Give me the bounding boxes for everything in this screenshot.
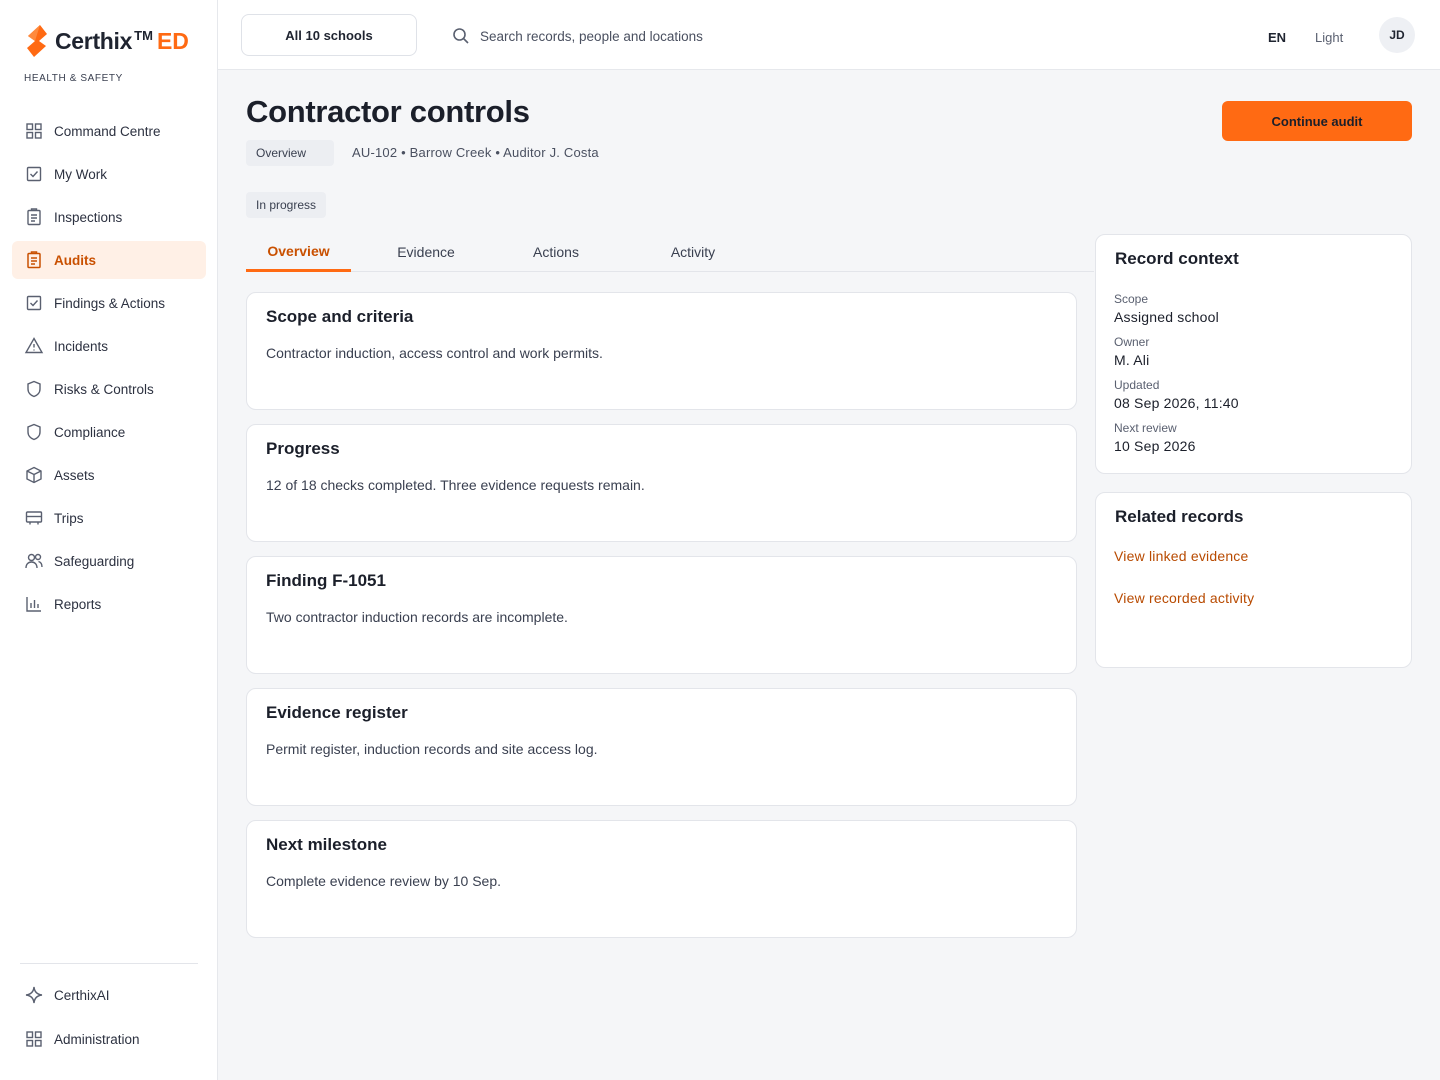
- brand-name: Certhix: [55, 27, 133, 54]
- clipboard-icon: [27, 208, 41, 226]
- sidebar-divider: [20, 963, 198, 964]
- topbar: All 10 schools EN Light JD: [218, 0, 1440, 70]
- page-title: Contractor controls: [246, 94, 530, 129]
- sidebar-item-findings-actions[interactable]: Findings & Actions: [12, 284, 206, 322]
- theme-toggle[interactable]: Light: [1315, 30, 1343, 45]
- tab-evidence[interactable]: Evidence: [376, 232, 476, 272]
- sidebar-item-label: Compliance: [54, 424, 126, 440]
- card-body: Two contractor induction records are inc…: [266, 609, 568, 625]
- breadcrumb[interactable]: Overview: [246, 140, 335, 166]
- panel-title: Related records: [1115, 507, 1244, 526]
- sidebar-item-certhixai[interactable]: CerthixAI: [12, 976, 206, 1014]
- sidebar-item-reports[interactable]: Reports: [12, 585, 206, 623]
- bar-chart-icon: [26, 597, 41, 612]
- card-title: Finding F-1051: [266, 571, 386, 590]
- sidebar-item-label: Incidents: [54, 338, 109, 354]
- brand-tm: TM: [134, 27, 153, 43]
- card-next-milestone: Next milestone Complete evidence review …: [246, 820, 1077, 938]
- tab-bar: Overview Evidence Actions Activity: [246, 232, 1094, 272]
- context-label-owner: Owner: [1114, 335, 1150, 349]
- card-progress: Progress 12 of 18 checks completed. Thre…: [246, 424, 1077, 542]
- view-recorded-activity-link[interactable]: View recorded activity: [1114, 590, 1254, 606]
- shield-icon: [27, 380, 41, 398]
- related-records-panel: Related records View linked evidence Vie…: [1095, 492, 1412, 668]
- record-meta: AU-102 • Barrow Creek • Auditor J. Costa: [352, 145, 599, 160]
- tab-actions[interactable]: Actions: [508, 232, 604, 272]
- sidebar-item-risks-controls[interactable]: Risks & Controls: [12, 370, 206, 408]
- people-icon: [25, 553, 43, 569]
- sidebar-item-incidents[interactable]: Incidents: [12, 327, 206, 365]
- brand-suffix: ED: [156, 27, 189, 54]
- sidebar-item-administration[interactable]: Administration: [12, 1020, 206, 1058]
- sidebar-item-label: CerthixAI: [54, 987, 110, 1003]
- sidebar-item-label: Trips: [54, 510, 84, 526]
- card-body: Contractor induction, access control and…: [266, 345, 603, 361]
- sidebar-item-label: My Work: [54, 166, 107, 182]
- card-body: Permit register, induction records and s…: [266, 741, 598, 757]
- context-value-scope: Assigned school: [1114, 309, 1219, 325]
- warning-icon: [24, 337, 44, 354]
- card-title: Progress: [266, 439, 340, 458]
- sidebar-item-command-centre[interactable]: Command Centre: [12, 112, 206, 150]
- sidebar-item-audits[interactable]: Audits: [12, 241, 206, 279]
- language-switch[interactable]: EN: [1268, 30, 1286, 45]
- search-icon: [453, 28, 469, 44]
- continue-audit-button[interactable]: Continue audit: [1222, 101, 1412, 141]
- context-label-scope: Scope: [1114, 292, 1149, 306]
- sidebar-item-compliance[interactable]: Compliance: [12, 413, 206, 451]
- sidebar-item-safeguarding[interactable]: Safeguarding: [12, 542, 206, 580]
- view-linked-evidence-link[interactable]: View linked evidence: [1114, 548, 1249, 564]
- cube-icon: [26, 466, 42, 484]
- record-context-panel: Record context Scope Assigned school Own…: [1095, 234, 1412, 474]
- shield-icon: [27, 423, 41, 441]
- context-value-owner: M. Ali: [1114, 352, 1150, 368]
- sidebar-item-label: Findings & Actions: [54, 295, 166, 311]
- sidebar-item-label: Command Centre: [54, 123, 161, 139]
- sidebar-item-label: Risks & Controls: [54, 381, 154, 397]
- sidebar-item-label: Administration: [54, 1031, 140, 1047]
- sparkle-icon: [25, 986, 43, 1004]
- sidebar-bottom-nav: CerthixAI Administration: [12, 976, 206, 1064]
- sidebar-item-my-work[interactable]: My Work: [12, 155, 206, 193]
- certhix-logo-icon: [27, 25, 47, 57]
- card-title: Evidence register: [266, 703, 408, 722]
- status-badge: In progress: [246, 192, 327, 218]
- search-input[interactable]: [480, 22, 900, 50]
- card-title: Scope and criteria: [266, 307, 414, 326]
- card-title: Next milestone: [266, 835, 387, 854]
- school-selector[interactable]: All 10 schools: [241, 14, 417, 56]
- sidebar-item-trips[interactable]: Trips: [12, 499, 206, 537]
- sidebar-item-label: Assets: [54, 467, 95, 483]
- context-label-updated: Updated: [1114, 378, 1160, 392]
- grid-icon: [26, 1031, 42, 1047]
- context-value-next-review: 10 Sep 2026: [1114, 438, 1196, 454]
- sidebar-item-label: Safeguarding: [54, 553, 135, 569]
- context-label-next-review: Next review: [1114, 421, 1177, 435]
- sidebar-item-inspections[interactable]: Inspections: [12, 198, 206, 236]
- tab-activity[interactable]: Activity: [644, 232, 742, 272]
- sidebar-nav: Command Centre My Work Inspections Audit…: [12, 112, 206, 628]
- card-body: 12 of 18 checks completed. Three evidenc…: [266, 477, 645, 493]
- sidebar-item-label: Inspections: [54, 209, 123, 225]
- card-body: Complete evidence review by 10 Sep.: [266, 873, 502, 889]
- sidebar-item-label: Audits: [54, 252, 96, 268]
- bus-icon: [25, 511, 43, 525]
- tab-overview[interactable]: Overview: [246, 232, 351, 272]
- sidebar-item-assets[interactable]: Assets: [12, 456, 206, 494]
- grid-icon: [26, 123, 42, 139]
- checkbox-icon: [26, 166, 42, 182]
- clipboard-icon: [27, 251, 41, 269]
- sidebar: Certhix TM ED HEALTH & SAFETY Command Cen…: [0, 0, 218, 1080]
- card-finding: Finding F-1051 Two contractor induction …: [246, 556, 1077, 674]
- brand-subtitle: HEALTH & SAFETY: [24, 73, 123, 84]
- sidebar-item-label: Reports: [54, 596, 102, 612]
- avatar[interactable]: JD: [1379, 17, 1415, 53]
- context-value-updated: 08 Sep 2026, 11:40: [1114, 395, 1239, 411]
- logo[interactable]: Certhix TM ED: [24, 24, 189, 58]
- card-scope-criteria: Scope and criteria Contractor induction,…: [246, 292, 1077, 410]
- card-evidence-register: Evidence register Permit register, induc…: [246, 688, 1077, 806]
- panel-title: Record context: [1115, 249, 1239, 268]
- checkbox-icon: [26, 295, 42, 311]
